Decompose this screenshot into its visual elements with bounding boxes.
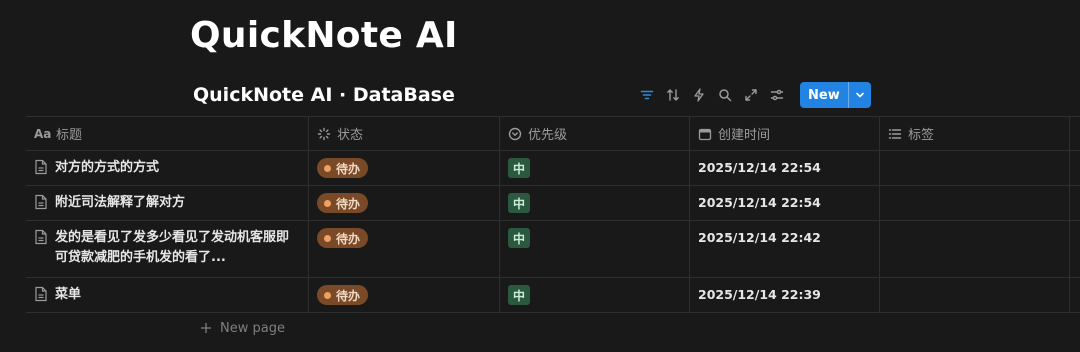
sort-icon[interactable] <box>660 82 686 108</box>
column-header-created[interactable]: 创建时间 <box>690 117 880 150</box>
status-label: 待办 <box>336 288 361 303</box>
status-label: 待办 <box>336 231 361 246</box>
title-cell[interactable]: 附近司法解释了解对方 <box>26 186 309 220</box>
search-icon[interactable] <box>712 82 738 108</box>
database-title[interactable]: QuickNote AI · DataBase <box>193 82 455 108</box>
tags-cell[interactable] <box>880 221 1070 277</box>
column-label: 创建时间 <box>718 128 771 143</box>
page-icon <box>35 159 47 175</box>
table-header: Aa 标题 状态 优先级 创建时间 标签 <box>26 116 1080 151</box>
status-label: 待办 <box>336 161 361 176</box>
status-dot <box>324 199 331 207</box>
column-label: 优先级 <box>528 128 568 143</box>
calendar-icon <box>698 128 712 140</box>
priority-badge[interactable]: 中 <box>508 193 531 213</box>
status-cell[interactable]: 待办 <box>309 186 500 220</box>
expand-icon[interactable] <box>738 82 764 108</box>
row-end <box>1070 221 1080 277</box>
title-cell[interactable]: 对方的方式的方式 <box>26 151 309 185</box>
page-icon <box>35 229 47 245</box>
status-cell[interactable]: 待办 <box>309 221 500 277</box>
column-header-priority[interactable]: 优先级 <box>500 117 690 150</box>
created-time: 2025/12/14 22:54 <box>698 195 821 210</box>
row-title[interactable]: 发的是看见了发多少看见了发动机客服即可贷款减肥的手机发的看了... <box>55 228 300 268</box>
priority-cell[interactable]: 中 <box>500 186 690 220</box>
table-row[interactable]: 对方的方式的方式 待办 中 2025/12/14 22:54 <box>26 151 1080 186</box>
status-label: 待办 <box>336 196 361 211</box>
status-cell[interactable]: 待办 <box>309 151 500 185</box>
row-end <box>1070 278 1080 312</box>
created-cell: 2025/12/14 22:54 <box>690 186 880 220</box>
priority-cell[interactable]: 中 <box>500 278 690 312</box>
list-icon <box>888 128 902 139</box>
page-icon <box>35 286 47 302</box>
automation-icon[interactable] <box>686 82 712 108</box>
row-title[interactable]: 菜单 <box>55 285 81 305</box>
column-label: 标题 <box>56 128 83 143</box>
settings-icon[interactable] <box>764 82 790 108</box>
priority-cell[interactable]: 中 <box>500 151 690 185</box>
table-row[interactable]: 菜单 待办 中 2025/12/14 22:39 <box>26 278 1080 313</box>
text-type-icon: Aa <box>34 126 52 141</box>
status-badge[interactable]: 待办 <box>317 285 369 305</box>
created-time: 2025/12/14 22:42 <box>698 230 821 245</box>
priority-badge[interactable]: 中 <box>508 158 531 178</box>
priority-badge[interactable]: 中 <box>508 228 531 248</box>
filter-icon[interactable] <box>634 82 660 108</box>
tags-cell[interactable] <box>880 151 1070 185</box>
new-page-label: New page <box>220 320 285 336</box>
title-cell[interactable]: 菜单 <box>26 278 309 312</box>
row-end <box>1070 186 1080 220</box>
database-toolbar: New <box>634 82 871 108</box>
created-time: 2025/12/14 22:54 <box>698 160 821 175</box>
column-label: 标签 <box>908 128 935 143</box>
tags-cell[interactable] <box>880 186 1070 220</box>
status-badge[interactable]: 待办 <box>317 228 369 248</box>
tags-cell[interactable] <box>880 278 1070 312</box>
status-icon <box>317 127 331 140</box>
priority-cell[interactable]: 中 <box>500 221 690 277</box>
created-cell: 2025/12/14 22:39 <box>690 278 880 312</box>
new-button[interactable]: New <box>800 82 871 108</box>
table-row[interactable]: 附近司法解释了解对方 待办 中 2025/12/14 22:54 <box>26 186 1080 221</box>
status-cell[interactable]: 待办 <box>309 278 500 312</box>
column-header-status[interactable]: 状态 <box>309 117 500 150</box>
new-page-button[interactable]: New page <box>200 318 285 338</box>
status-dot <box>324 164 331 172</box>
page-icon <box>35 194 47 210</box>
select-icon <box>508 127 522 140</box>
plus-icon <box>200 322 212 334</box>
created-cell: 2025/12/14 22:42 <box>690 221 880 277</box>
row-title[interactable]: 附近司法解释了解对方 <box>55 193 185 213</box>
page-title: QuickNote AI <box>190 15 458 56</box>
chevron-down-icon[interactable] <box>847 82 871 108</box>
table-row[interactable]: 发的是看见了发多少看见了发动机客服即可贷款减肥的手机发的看了... 待办 中 2… <box>26 221 1080 278</box>
column-header-title[interactable]: Aa 标题 <box>26 117 309 150</box>
priority-badge[interactable]: 中 <box>508 285 531 305</box>
new-button-label[interactable]: New <box>800 82 848 108</box>
column-label: 状态 <box>337 128 364 143</box>
status-dot <box>324 234 331 242</box>
add-column-area[interactable] <box>1070 117 1080 150</box>
database-table: Aa 标题 状态 优先级 创建时间 标签 对方的方式的方式 待办 中 2025/… <box>26 116 1080 313</box>
status-dot <box>324 291 331 299</box>
status-badge[interactable]: 待办 <box>317 193 369 213</box>
title-cell[interactable]: 发的是看见了发多少看见了发动机客服即可贷款减肥的手机发的看了... <box>26 221 309 277</box>
column-header-tags[interactable]: 标签 <box>880 117 1070 150</box>
created-cell: 2025/12/14 22:54 <box>690 151 880 185</box>
created-time: 2025/12/14 22:39 <box>698 287 821 302</box>
status-badge[interactable]: 待办 <box>317 158 369 178</box>
row-title[interactable]: 对方的方式的方式 <box>55 158 159 178</box>
row-end <box>1070 151 1080 185</box>
